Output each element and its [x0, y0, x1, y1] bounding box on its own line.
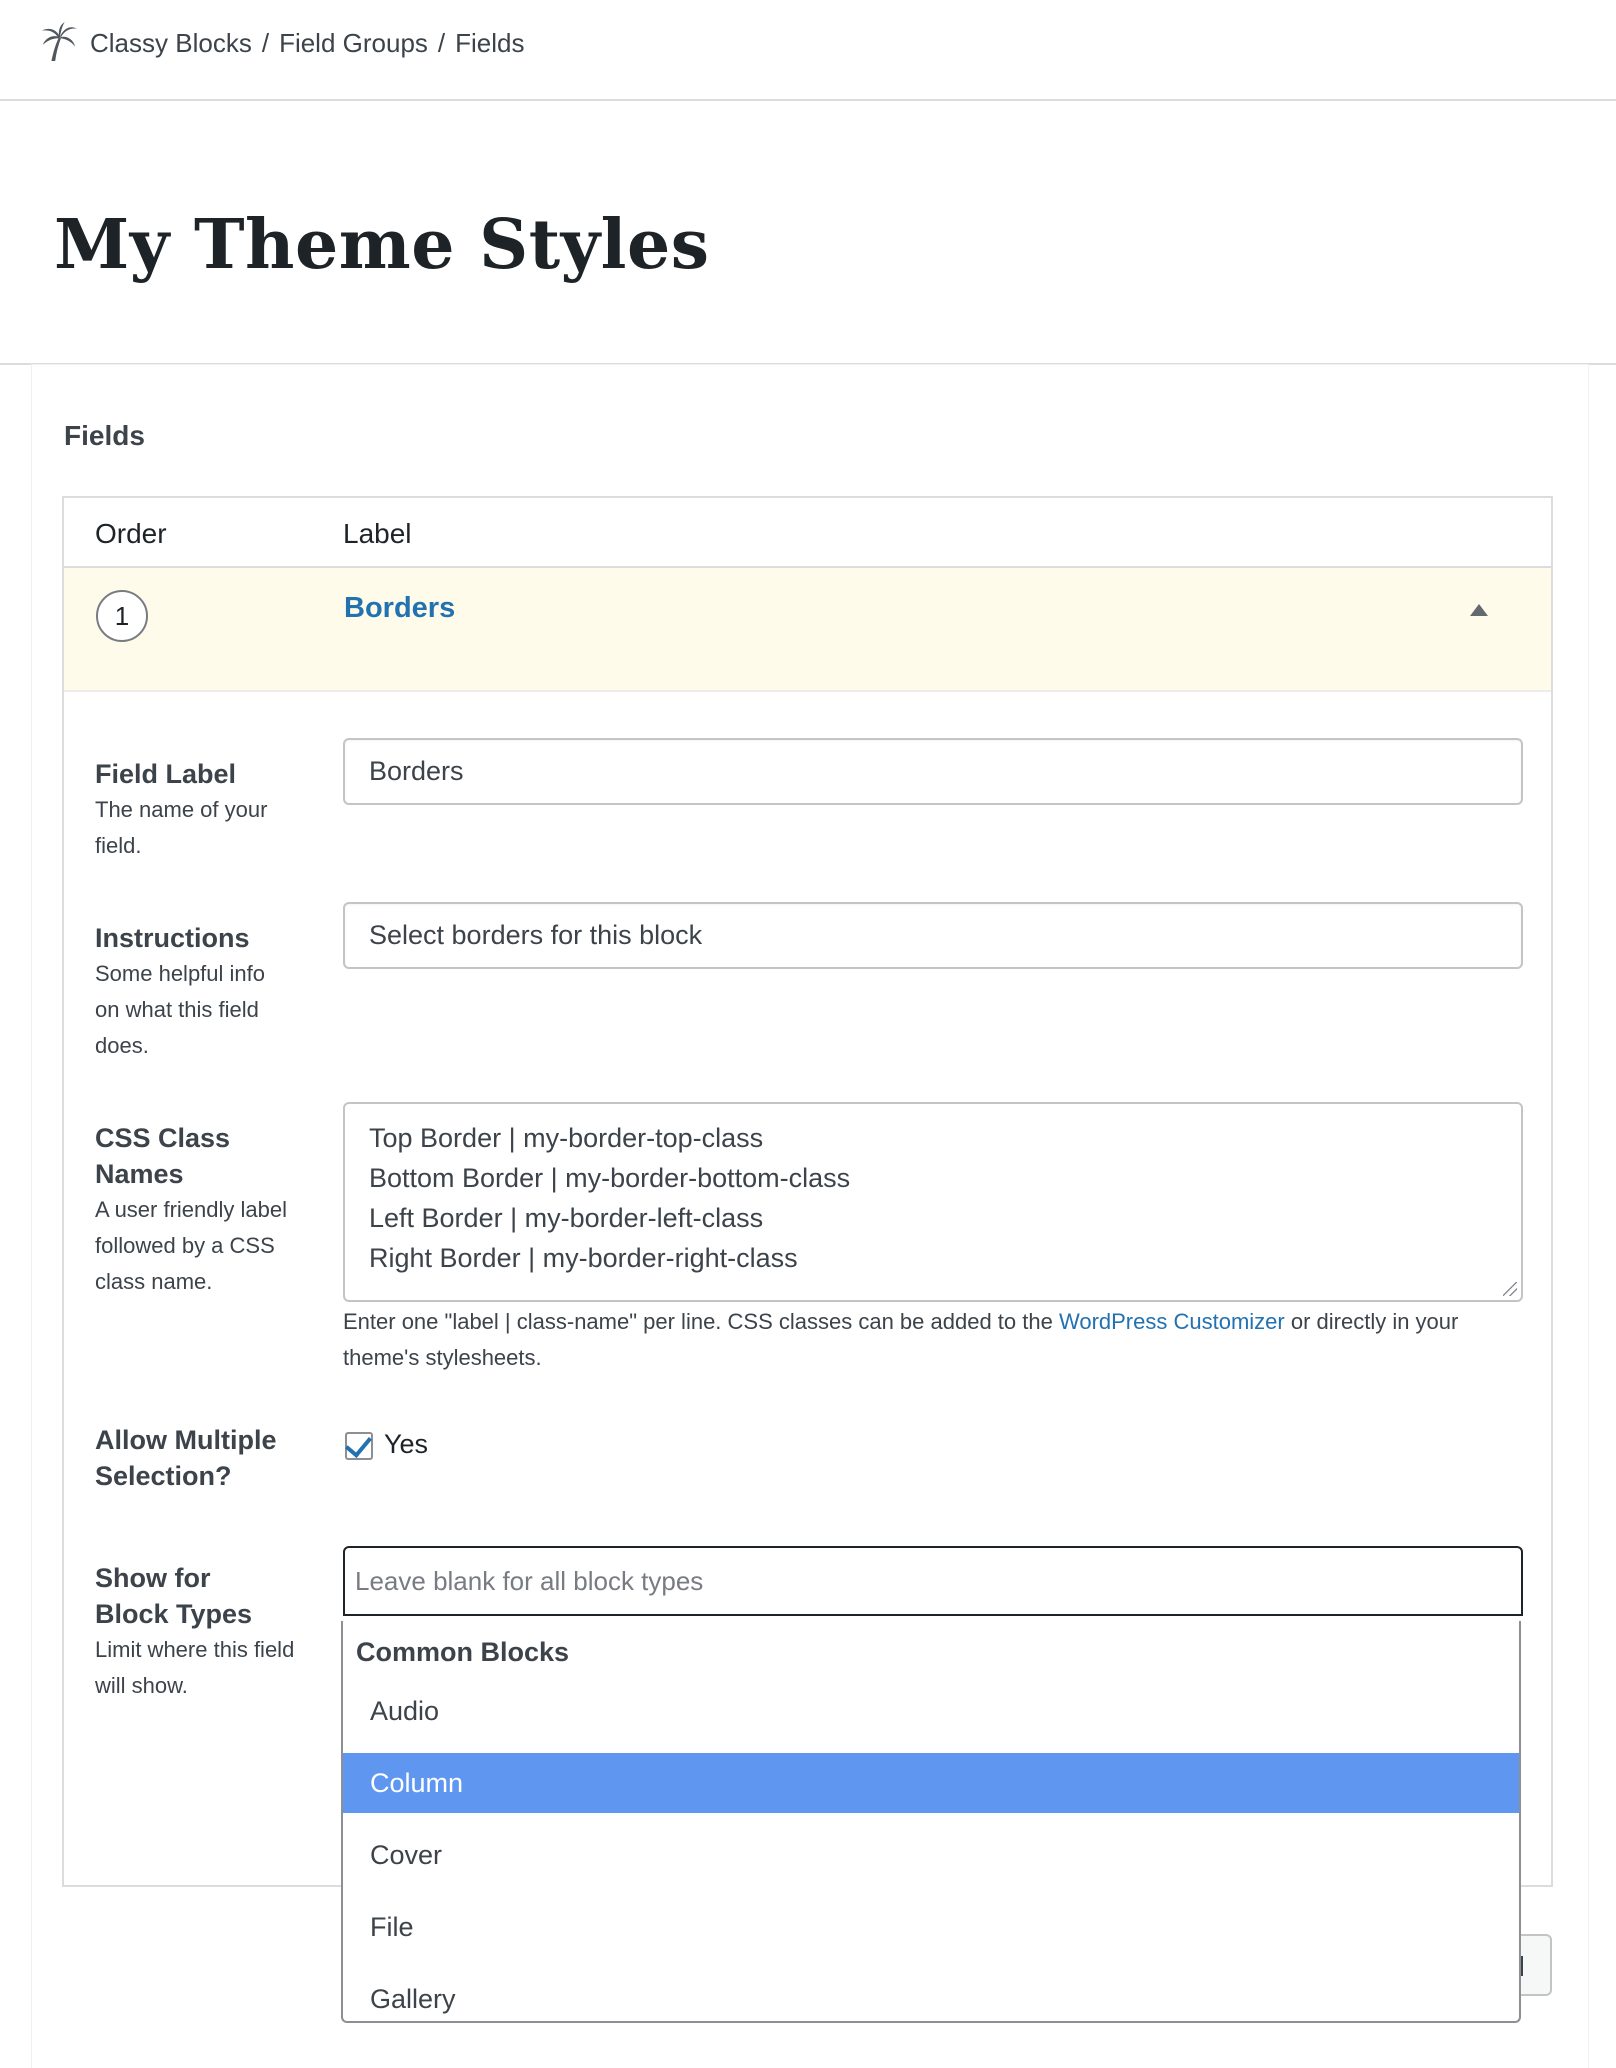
dropdown-option-gallery[interactable]: Gallery [343, 1969, 1519, 2021]
column-header-order: Order [95, 518, 167, 549]
section-title: Fields [64, 420, 145, 451]
breadcrumb-item-fields: Fields [455, 28, 525, 58]
field-label-description: The name of your field. [95, 797, 268, 858]
block-types-heading: Show for Block Types [95, 1563, 253, 1629]
palm-tree-icon[interactable] [40, 22, 78, 62]
top-bar: Classy Blocks / Field Groups / Fields [0, 0, 1616, 101]
dropdown-option-file[interactable]: File [343, 1897, 1519, 1957]
title-area: My Theme Styles [0, 101, 1616, 365]
breadcrumb: Classy Blocks / Field Groups / Fields [90, 28, 525, 59]
resize-grip-icon[interactable] [1503, 1282, 1517, 1296]
allow-multiple-checkbox[interactable] [345, 1429, 373, 1460]
caret-up-icon[interactable] [1470, 604, 1488, 616]
textarea-line: Bottom Border | my-border-bottom-class [369, 1163, 851, 1193]
breadcrumb-item-classy-blocks[interactable]: Classy Blocks [90, 28, 252, 59]
order-handle[interactable]: 1 [96, 590, 148, 642]
textarea-line: Top Border | my-border-top-class [369, 1123, 764, 1153]
block-types-placeholder: Leave blank for all block types [355, 1565, 704, 1596]
breadcrumb-separator: / [437, 28, 446, 58]
page-title: My Theme Styles [54, 205, 710, 285]
dropdown-group-label: Common Blocks [356, 1637, 570, 1667]
textarea-line: Right Border | my-border-right-class [369, 1243, 798, 1273]
help-text-before: Enter one "label | class-name" per line.… [343, 1309, 1059, 1334]
check-icon [345, 1429, 372, 1459]
allow-multiple-heading: Allow Multiple Selection? [95, 1425, 277, 1491]
breadcrumb-separator: / [261, 28, 270, 58]
table-row[interactable]: 1 Borders [64, 568, 1551, 692]
wordpress-customizer-link[interactable]: WordPress Customizer [1059, 1309, 1285, 1334]
block-types-dropdown: Common Blocks Audio Column Cover File Ga… [341, 1621, 1521, 2023]
breadcrumb-item-field-groups[interactable]: Field Groups [279, 28, 428, 59]
block-types-search-input[interactable]: Leave blank for all block types [343, 1546, 1523, 1616]
dropdown-option-column[interactable]: Column [343, 1753, 1519, 1813]
field-label-heading: Field Label [95, 759, 237, 789]
column-header-label: Label [343, 518, 412, 549]
allow-multiple-yes-label[interactable]: Yes [384, 1429, 428, 1460]
css-class-names-description: A user friendly label followed by a CSS … [95, 1197, 287, 1294]
css-class-names-help: Enter one "label | class-name" per line.… [343, 1304, 1533, 1376]
css-class-names-textarea[interactable]: Top Border | my-border-top-class Bottom … [343, 1102, 1523, 1302]
instructions-description: Some helpful info on what this field doe… [95, 961, 265, 1058]
textarea-line: Left Border | my-border-left-class [369, 1203, 764, 1233]
block-types-description: Limit where this field will show. [95, 1637, 295, 1698]
instructions-input[interactable] [343, 902, 1523, 969]
dropdown-option-cover[interactable]: Cover [343, 1825, 1519, 1885]
css-class-names-heading: CSS Class Names [95, 1123, 231, 1189]
dropdown-option-audio[interactable]: Audio [343, 1681, 1519, 1741]
field-name-link[interactable]: Borders [344, 592, 455, 625]
instructions-heading: Instructions [95, 923, 250, 953]
table-header: Order Label [64, 498, 1551, 568]
field-label-input[interactable] [343, 738, 1523, 805]
